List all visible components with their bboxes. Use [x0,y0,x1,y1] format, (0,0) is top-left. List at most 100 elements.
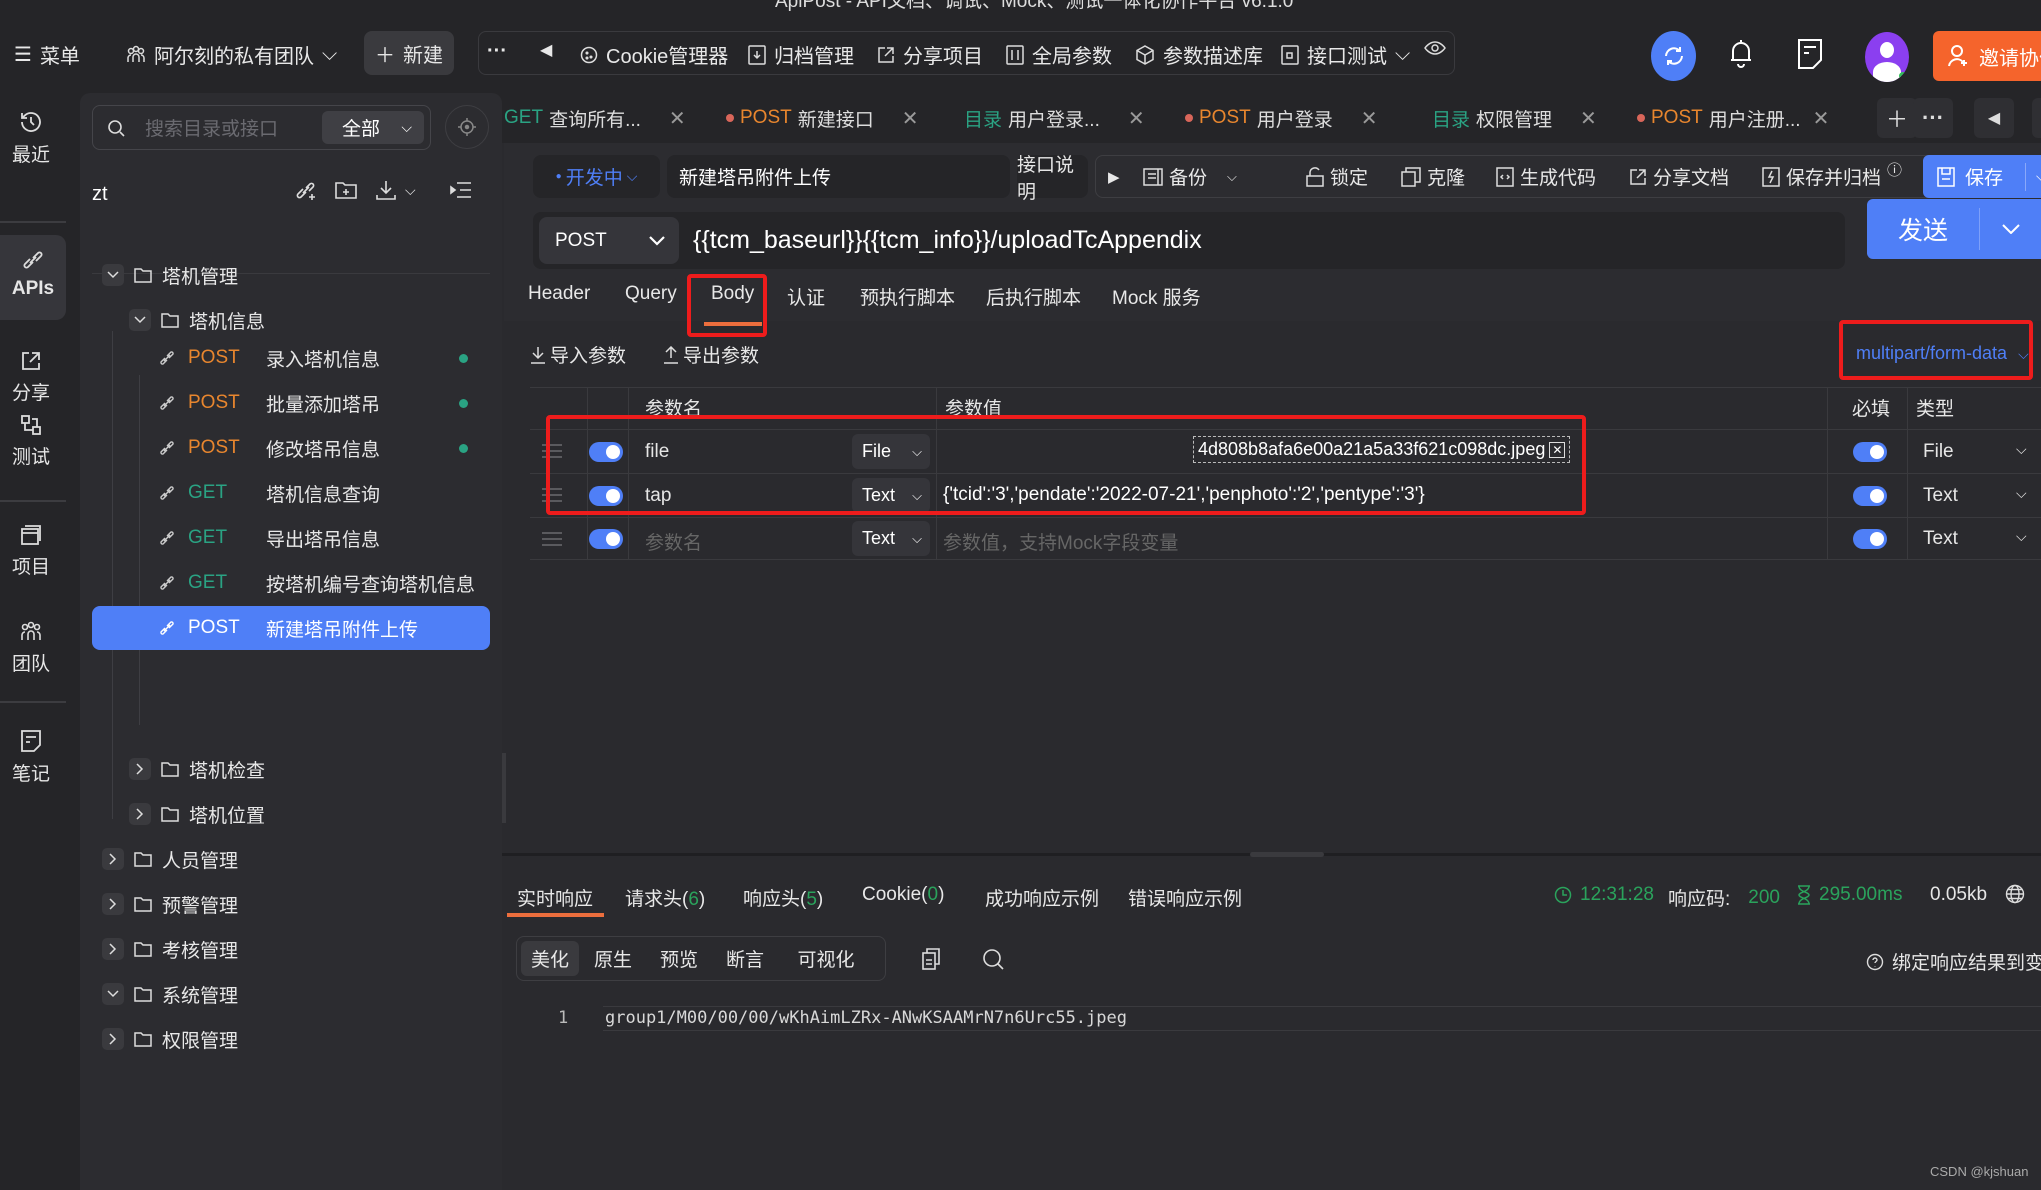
chevron-right-icon[interactable] [102,1028,124,1050]
chevron-down-icon[interactable] [102,264,124,286]
folder-row[interactable]: 考核管理 [102,931,238,967]
rail-item-share[interactable]: 分享 [0,350,62,405]
invite-button[interactable]: 邀请协作 [1933,31,2041,81]
cookie-manager-button[interactable]: Cookie管理器 [580,40,728,69]
sidebar-resize-handle[interactable] [502,753,506,823]
new-button[interactable]: ＋ 新建 [364,31,454,75]
global-params-button[interactable]: 全局参数 [1006,40,1112,69]
new-folder-icon[interactable] [335,180,357,200]
share-project-button[interactable]: 分享项目 [877,40,983,69]
tab-item[interactable]: POST 用户注册... ✕ [1637,101,1829,135]
scroll-tabs-right-button[interactable] [2032,98,2041,138]
chevron-down-icon[interactable] [129,309,151,331]
scroll-tabs-left-button[interactable]: ◀ [1974,98,2014,138]
resize-handle[interactable] [1250,852,1324,857]
chevron-right-icon[interactable] [102,938,124,960]
avatar[interactable] [1865,32,1909,82]
param-value-input[interactable]: 参数值，支持Mock字段变量 [943,528,1178,555]
tab-error-example[interactable]: 错误响应示例 [1128,884,1242,911]
tab-post-script[interactable]: 后执行脚本 [986,283,1081,310]
view-raw[interactable]: 原生 [583,941,643,976]
rail-item-apis[interactable]: APIs [0,235,66,320]
more-icon[interactable]: ··· [487,40,507,63]
help-icon[interactable]: ⓘ [1887,159,1902,180]
copy-icon[interactable] [922,948,940,970]
generate-code-button[interactable]: 生成代码 [1496,156,1596,197]
bell-icon[interactable] [1729,38,1753,68]
import-icon[interactable] [375,179,397,201]
notes-icon[interactable] [1797,38,1823,70]
folder-row[interactable]: 塔机管理 [102,257,238,293]
view-pretty[interactable]: 美化 [521,941,579,976]
param-library-button[interactable]: 参数描述库 [1135,40,1263,69]
chevron-down-icon[interactable] [2002,224,2020,234]
close-icon[interactable]: ✕ [669,106,686,131]
tab-query[interactable]: Query [625,283,677,305]
folder-row[interactable]: 预警管理 [102,886,238,922]
tab-auth[interactable]: 认证 [787,283,825,310]
response-body-line[interactable]: group1/M00/00/00/wKhAimLZRx-ANwKSAAMrN7n… [605,1008,1127,1028]
rail-item-team[interactable]: 团队 [0,621,62,676]
view-assert[interactable]: 断言 [715,941,775,976]
api-test-menu[interactable]: 接口测试 ⌵ [1281,40,1410,69]
api-item[interactable]: GET 按塔机编号查询塔机信息 [92,561,490,605]
run-button[interactable]: ▶ [1108,156,1120,197]
eye-icon[interactable] [1424,40,1446,56]
tab-cookie[interactable]: Cookie(0) [862,884,944,906]
tab-item[interactable]: POST 用户登录 ✕ [1185,101,1378,135]
required-toggle[interactable] [1853,486,1887,506]
param-type-value[interactable]: File [1923,441,1954,463]
tab-pre-script[interactable]: 预执行脚本 [860,283,955,310]
rail-item-test[interactable]: 测试 [0,414,62,469]
chevron-down-icon[interactable]: ⌵ [2016,441,2027,458]
param-kind-select[interactable]: Text ⌵ [852,521,930,556]
chevron-down-icon[interactable]: ⌵ [2016,485,2027,502]
tab-item[interactable]: POST 新建接口 ✕ [726,101,919,135]
tab-realtime-response[interactable]: 实时响应 [517,884,593,911]
chevron-right-icon[interactable] [129,758,151,780]
chevron-down-icon[interactable]: ⌵ [2016,528,2027,545]
archive-button[interactable]: 归档管理 [748,40,854,69]
import-params-button[interactable]: 导入参数 [530,341,626,368]
close-icon[interactable]: ✕ [1128,106,1145,131]
tab-item[interactable]: 目录 权限管理 ✕ [1432,101,1597,135]
folder-row[interactable]: 系统管理 [102,976,238,1012]
method-select[interactable]: POST [539,217,679,264]
view-visualize[interactable]: 可视化 [781,941,871,976]
folder-row[interactable]: 塔机位置 [129,796,265,832]
lock-button[interactable]: 锁定 [1306,156,1368,197]
tab-item[interactable]: 目录 用户登录... ✕ [964,101,1145,135]
clone-button[interactable]: 克隆 [1401,156,1465,197]
locate-button[interactable] [445,105,489,149]
api-item[interactable]: GET 导出塔吊信息 [92,516,490,560]
new-tab-button[interactable]: ＋ [1877,98,1917,138]
api-item[interactable]: POST 录入塔机信息 [92,336,490,380]
share-doc-button[interactable]: 分享文档 [1629,156,1729,197]
chevron-down-icon[interactable] [102,983,124,1005]
status-select[interactable]: ● 开发中 ⌵ [533,155,660,198]
send-button[interactable]: 发送 [1867,199,2041,259]
collapse-tree-icon[interactable] [449,181,472,199]
chevron-right-icon[interactable] [129,803,151,825]
api-doc-button[interactable]: 接口说明 [1017,155,1088,203]
tab-request-headers[interactable]: 请求头(6) [625,884,705,911]
rail-item-recent[interactable]: 最近 [0,110,62,167]
tab-item[interactable]: GET 查询所有... ✕ [504,101,686,135]
rail-item-project[interactable]: 项目 [0,524,62,579]
globe-icon[interactable] [2005,884,2025,904]
folder-row[interactable]: 权限管理 [102,1021,238,1057]
tab-response-headers[interactable]: 响应头(5) [743,884,823,911]
chevron-down-icon[interactable]: ⌵ [405,182,416,199]
tab-header[interactable]: Header [528,283,590,305]
required-toggle[interactable] [1853,529,1887,549]
sync-button[interactable] [1651,31,1696,81]
export-params-button[interactable]: 导出参数 [663,341,759,368]
close-icon[interactable]: ✕ [1813,106,1830,131]
search-icon[interactable] [982,948,1004,970]
backup-button[interactable]: 备份 ⌵ [1143,156,1237,197]
tab-success-example[interactable]: 成功响应示例 [985,884,1099,911]
api-item[interactable]: POST 修改塔吊信息 [92,426,490,470]
menu-button[interactable]: ☰ 菜单 [14,40,80,69]
close-icon[interactable]: ✕ [902,106,919,131]
param-name-input[interactable]: 参数名 [645,528,702,555]
